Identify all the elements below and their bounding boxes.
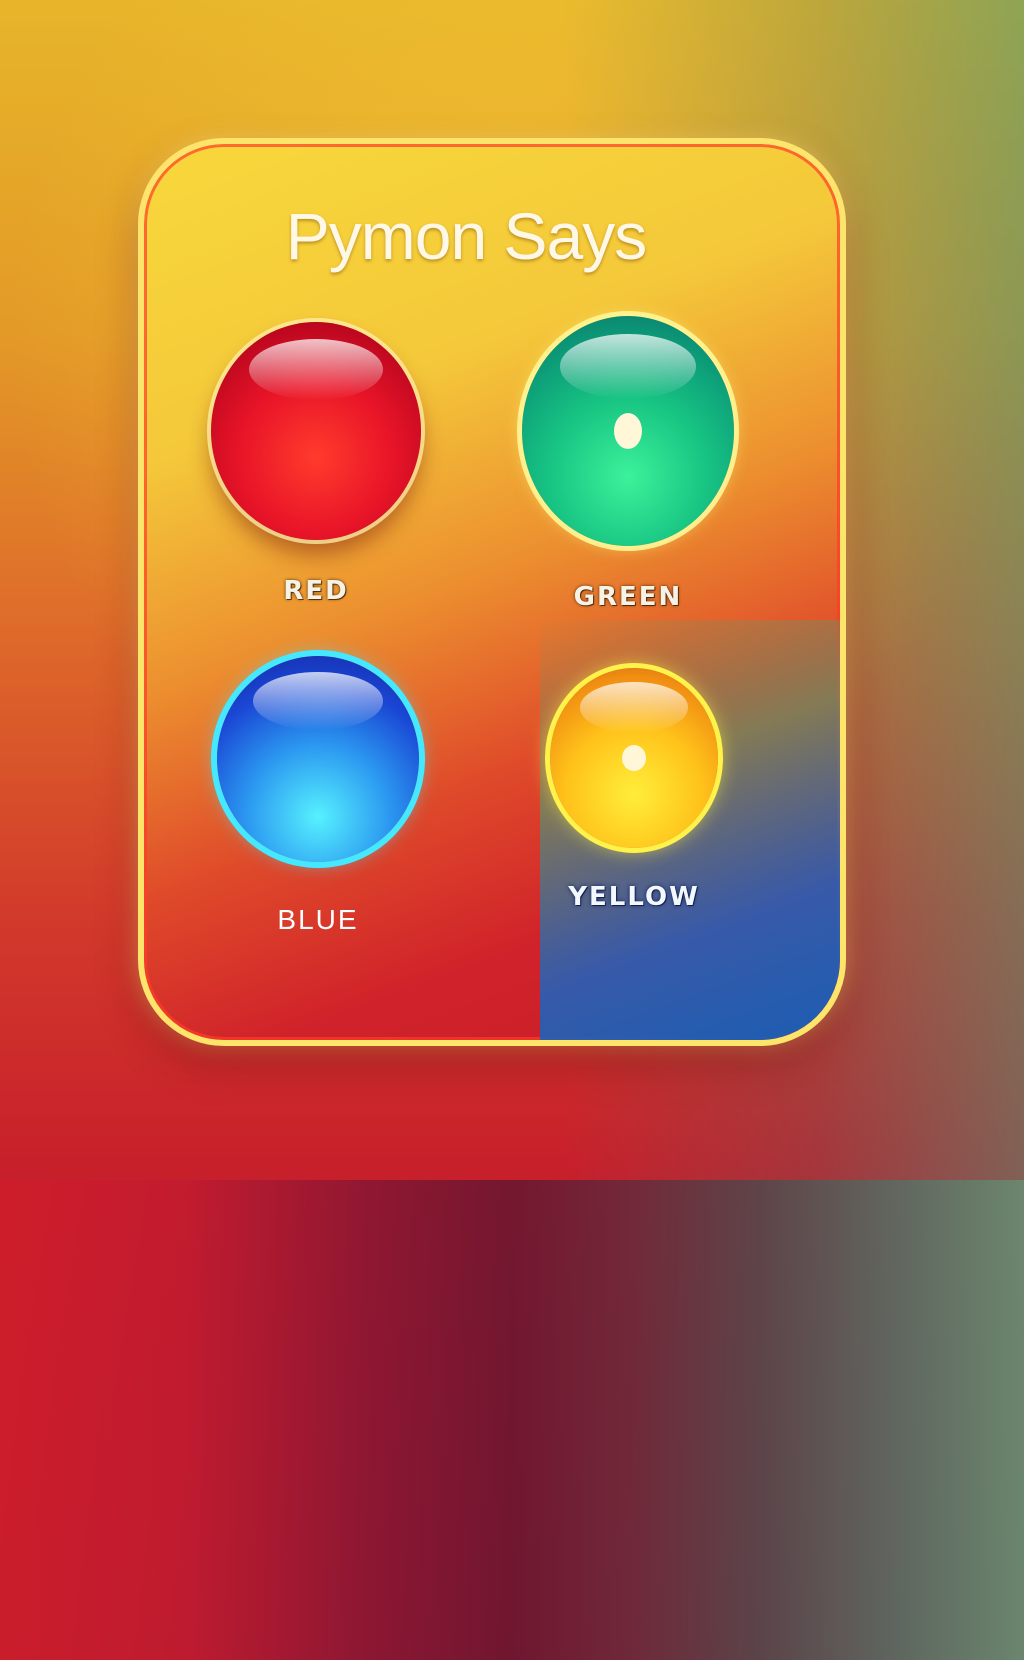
yellow-label: YELLOW: [568, 882, 700, 912]
red-button[interactable]: [211, 322, 421, 540]
green-button[interactable]: [522, 316, 734, 546]
green-button-highlight-dot: [614, 413, 642, 449]
green-label: GREEN: [573, 582, 683, 612]
yellow-button[interactable]: [550, 668, 718, 848]
blue-label: BLUE: [277, 904, 359, 935]
green-cell: GREEN: [508, 316, 748, 612]
blue-button[interactable]: [217, 656, 419, 862]
red-label: RED: [283, 576, 349, 606]
yellow-cell: YELLOW: [514, 668, 754, 912]
background-lower-gradient: [0, 1180, 1024, 1660]
blue-cell: BLUE: [198, 656, 438, 936]
yellow-button-highlight-dot: [622, 745, 646, 771]
red-cell: RED: [196, 322, 436, 606]
game-board: Pymon Says RED GREEN BLUE YELLOW: [138, 138, 846, 1046]
game-title: Pymon Says: [285, 199, 647, 273]
